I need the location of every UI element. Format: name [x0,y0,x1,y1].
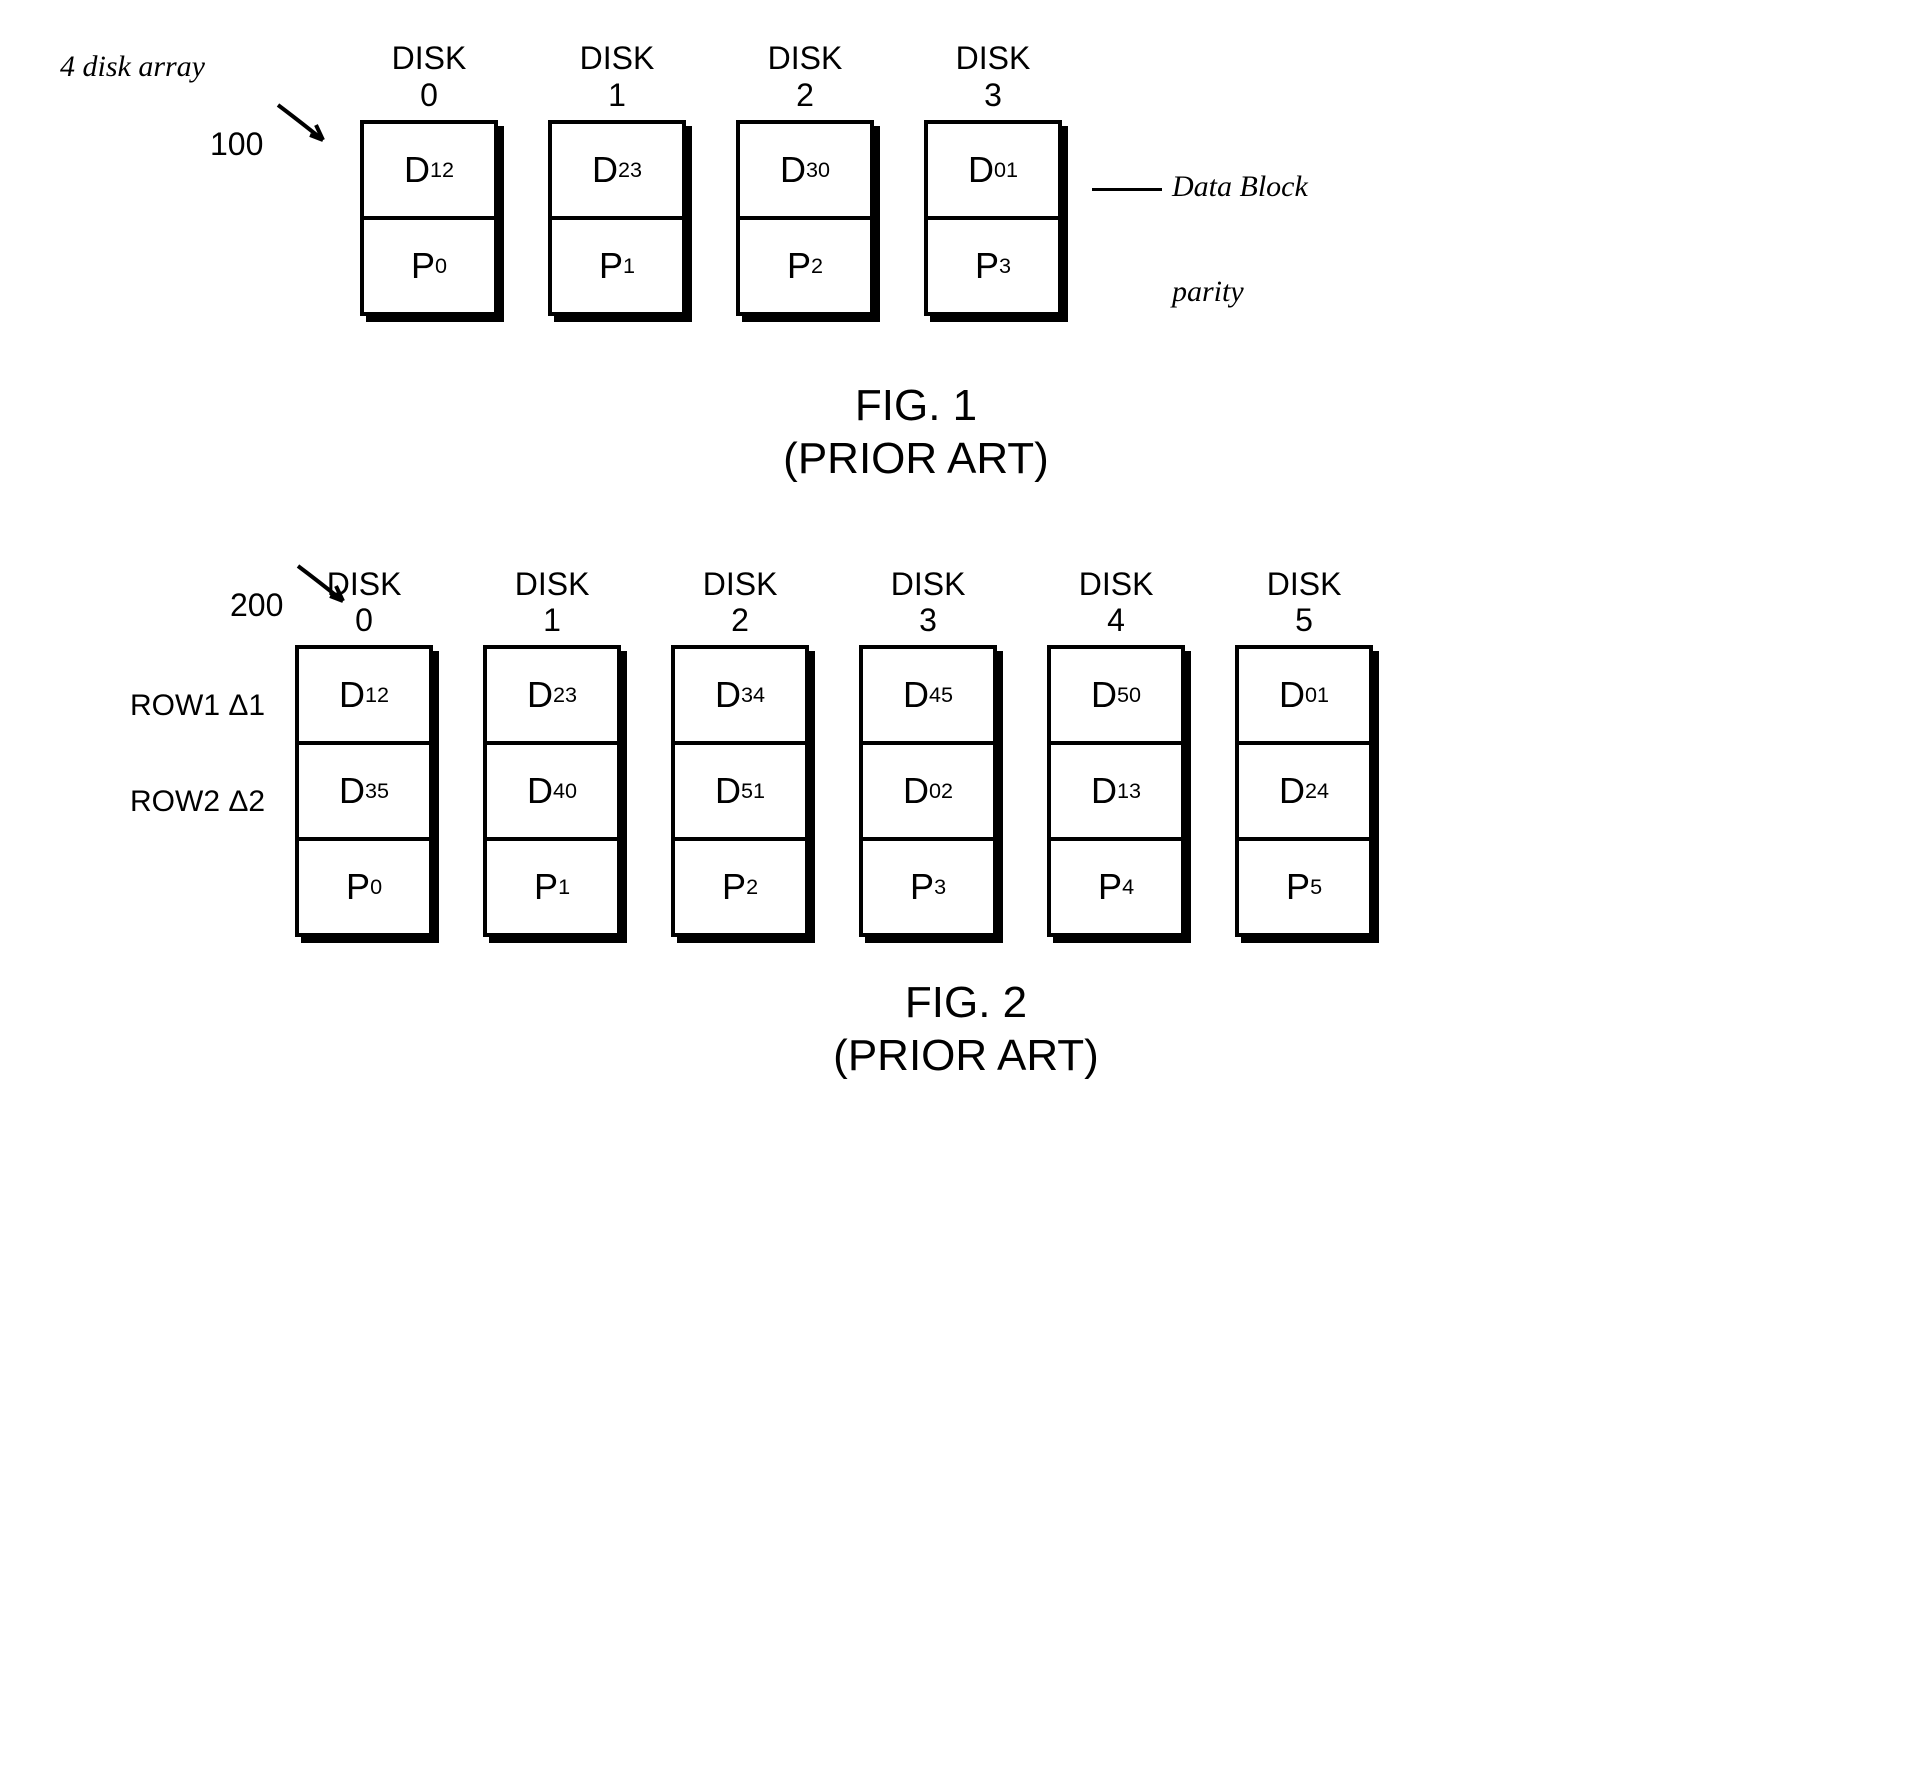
fig1-disk-col-1: DISK1D23P1 [548,40,686,316]
fig2-disk-col-5: DISK5D01D24P5 [1235,566,1373,938]
disk-cell: P2 [740,216,870,312]
disk-cell: D35 [299,741,429,837]
disk-cell: D23 [487,649,617,741]
fig2-disk-array: DISK0D12D35P0DISK1D23D40P1DISK2D34D51P2D… [295,566,1373,938]
disk-cell: P5 [1239,837,1369,933]
disk-cell: P3 [863,837,993,933]
disk-box: D01D24P5 [1235,645,1373,937]
disk-cell: P4 [1051,837,1181,933]
fig1-disk-col-0: DISK0D12P0 [360,40,498,316]
disk-cell: D12 [364,124,494,216]
disk-box: D45D02P3 [859,645,997,937]
disk-box: D12P0 [360,120,498,316]
row-label: ROW2 Δ2 [130,754,265,850]
disk-header: DISK5 [1267,566,1342,640]
annotation-data-block: Data Block [1092,170,1308,204]
ref-200-label: 200 [230,587,283,623]
disk-cell: P1 [552,216,682,312]
ref-arrow-icon [288,556,358,616]
row-label: ROW1 Δ1 [130,658,265,754]
fig2-disk-col-4: DISK4D50D13P4 [1047,566,1185,938]
disk-box: D34D51P2 [671,645,809,937]
disk-box: D50D13P4 [1047,645,1185,937]
figure-1: 4 disk array 100 DISK0D12P0DISK1D23P1DIS… [60,40,1872,486]
annotation-4-disk-array: 4 disk array [60,50,205,84]
fig1-disk-col-3: DISK3D01P3 [924,40,1062,316]
disk-box: D23D40P1 [483,645,621,937]
disk-header: DISK1 [515,566,590,640]
disk-cell: D40 [487,741,617,837]
fig2-disk-col-1: DISK1D23D40P1 [483,566,621,938]
fig2-caption: FIG. 2 (PRIOR ART) [60,977,1872,1083]
ref-100-label: 100 [210,126,263,162]
disk-cell: D13 [1051,741,1181,837]
disk-cell: P1 [487,837,617,933]
disk-cell: D23 [552,124,682,216]
disk-header: DISK3 [891,566,966,640]
ref-arrow-icon [268,95,338,155]
disk-cell: D30 [740,124,870,216]
disk-header: DISK4 [1079,566,1154,640]
fig1-disk-col-2: DISK2D30P2 [736,40,874,316]
disk-header: DISK2 [703,566,778,640]
disk-header: DISK2 [768,40,843,114]
disk-box: D30P2 [736,120,874,316]
disk-cell: P0 [364,216,494,312]
disk-cell: D02 [863,741,993,837]
disk-box: D12D35P0 [295,645,433,937]
disk-box: D23P1 [548,120,686,316]
disk-cell: P3 [928,216,1058,312]
fig2-disk-col-2: DISK2D34D51P2 [671,566,809,938]
figure-2: 200 ROW1 Δ1ROW2 Δ2 DISK0D12D35P0DISK1D23… [60,566,1872,1083]
disk-cell: D01 [1239,649,1369,741]
disk-cell: D24 [1239,741,1369,837]
disk-header: DISK3 [956,40,1031,114]
disk-cell: D51 [675,741,805,837]
disk-cell: D34 [675,649,805,741]
disk-cell: P2 [675,837,805,933]
disk-cell: D50 [1051,649,1181,741]
fig2-row-labels: ROW1 Δ1ROW2 Δ2 [130,658,265,850]
disk-header: DISK1 [580,40,655,114]
disk-header: DISK0 [392,40,467,114]
disk-cell: D01 [928,124,1058,216]
fig1-disk-array: DISK0D12P0DISK1D23P1DISK2D30P2DISK3D01P3 [360,40,1062,316]
annotation-parity: parity [1172,275,1244,309]
disk-cell: P0 [299,837,429,933]
disk-cell: D45 [863,649,993,741]
disk-box: D01P3 [924,120,1062,316]
fig1-caption: FIG. 1 (PRIOR ART) [0,380,1872,486]
fig2-disk-col-3: DISK3D45D02P3 [859,566,997,938]
disk-cell: D12 [299,649,429,741]
